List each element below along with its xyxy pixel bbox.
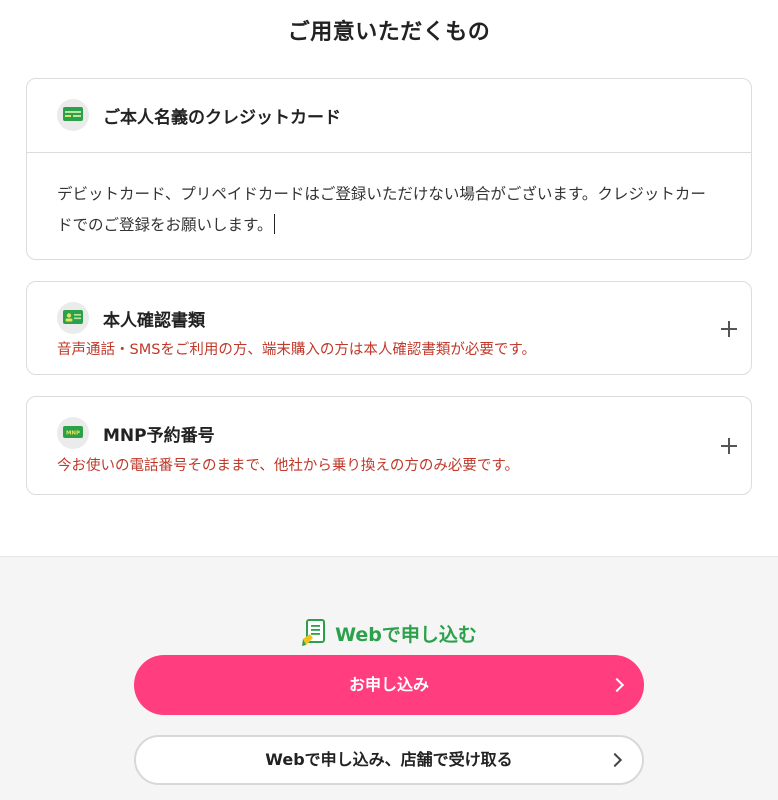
apply-store-pickup-label: Webで申し込み、店舗で受け取る	[265, 750, 513, 769]
credit-card-icon	[57, 99, 89, 131]
credit-card-description: デビットカード、プリペイドカードはご登録いただけない場合がございます。クレジット…	[57, 179, 721, 241]
mnp-number-title: MNP予約番号	[103, 426, 215, 446]
id-document-title: 本人確認書類	[103, 311, 205, 331]
apply-footer: Webで申し込む お申し込み Webで申し込み、店舗で受け取る	[0, 556, 778, 800]
id-document-item[interactable]: 本人確認書類 音声通話・SMSをご利用の方、端末購入の方は本人確認書類が必要です…	[26, 281, 752, 375]
document-icon	[301, 619, 327, 652]
web-apply-heading: Webで申し込む	[0, 619, 778, 652]
credit-card-title: ご本人名義のクレジットカード	[103, 108, 341, 128]
credit-card-description-text: デビットカード、プリペイドカードはご登録いただけない場合がございます。クレジット…	[57, 185, 706, 234]
apply-button[interactable]: お申し込み	[134, 655, 644, 715]
web-apply-heading-text: Webで申し込む	[335, 624, 477, 646]
credit-card-header: ご本人名義のクレジットカード	[27, 79, 751, 153]
mnp-number-item[interactable]: MNP MNP予約番号 今お使いの電話番号そのままで、他社から乗り換えの方のみ必…	[26, 396, 752, 495]
mnp-card-icon: MNP	[57, 417, 89, 449]
apply-store-pickup-button[interactable]: Webで申し込み、店舗で受け取る	[134, 735, 644, 785]
mnp-icon-label: MNP	[66, 431, 80, 437]
id-document-note: 音声通話・SMSをご利用の方、端末購入の方は本人確認書類が必要です。	[57, 342, 536, 358]
expand-plus-icon[interactable]	[721, 321, 737, 337]
page-title: ご用意いただくもの	[287, 20, 491, 45]
chevron-right-icon	[609, 677, 625, 693]
credit-card-item: ご本人名義のクレジットカード デビットカード、プリペイドカードはご登録いただけな…	[26, 78, 752, 260]
apply-button-label: お申し込み	[348, 675, 429, 694]
page: ご用意いただくもの ご本人名義のクレジットカード デビットカード、プリペイドカー…	[0, 0, 778, 800]
id-card-icon	[57, 302, 89, 334]
text-caret	[274, 214, 276, 234]
mnp-number-note: 今お使いの電話番号そのままで、他社から乗り換えの方のみ必要です。	[57, 458, 519, 474]
chevron-right-icon	[607, 752, 623, 768]
expand-plus-icon[interactable]	[721, 438, 737, 454]
